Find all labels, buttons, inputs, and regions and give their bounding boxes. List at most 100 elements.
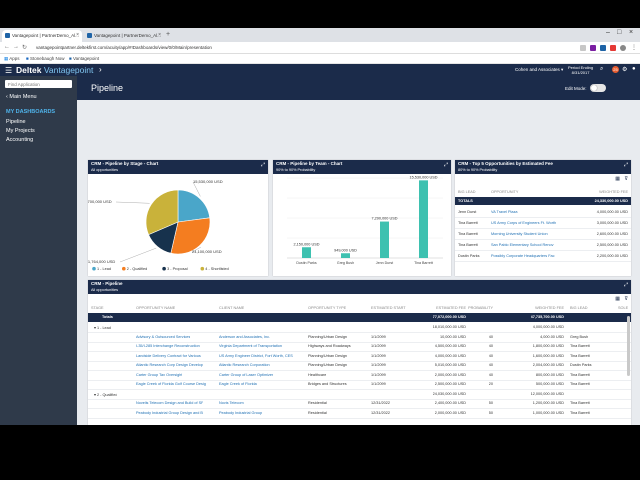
close-window-icon[interactable]: × <box>629 29 633 36</box>
column-header[interactable]: PROBABILITY <box>468 306 493 310</box>
gear-icon[interactable]: ⚙ <box>622 66 627 73</box>
bookmark-apps[interactable]: ▦ Apps <box>4 56 20 62</box>
grid-icon[interactable]: ▦ <box>615 176 620 182</box>
new-tab-button[interactable]: + <box>166 31 170 38</box>
column-header[interactable]: WEIGHTED FEE <box>535 306 564 310</box>
opportunity-link[interactable]: Possibly Corporate Headquarters Fac <box>491 254 555 258</box>
top5-row[interactable]: Jenn Durst VA Travel Plaza 4,000,000.00 US… <box>455 207 631 218</box>
opportunity-link[interactable]: San Pablo Elementary School Renov <box>491 243 553 247</box>
sidebar-item-accounting[interactable]: Accounting <box>6 137 33 143</box>
legend-label: 3 - Proposal <box>167 267 188 271</box>
opportunity-name-link[interactable]: Novelis Telecom Design and Build of SF <box>136 401 203 405</box>
find-application-input[interactable] <box>5 80 72 88</box>
weighted-fee-cell: 1,200,000.00 USD <box>532 401 564 405</box>
expand-icon[interactable]: ⤢ <box>444 162 448 168</box>
opportunity-link[interactable]: US Army Corps of Engineers Ft. Worth <box>491 221 556 225</box>
column-header[interactable]: ESTIMATED FEE <box>436 306 466 310</box>
search-icon[interactable]: ⌕ <box>600 66 603 73</box>
reload-icon[interactable]: ↻ <box>22 44 27 51</box>
client-name-link[interactable]: Peabody Industrial Group <box>219 411 262 415</box>
card-subtitle: 80% to 90% Probability <box>458 168 498 172</box>
top5-row[interactable]: Tina Barrett US Army Corps of Engineers F… <box>455 218 631 229</box>
bar-chart: 2,150,000 USD Dustin Parks 949,000 USD Greg… <box>287 175 443 265</box>
opportunity-name-link[interactable]: Eagle Creek of Florida Golf Course Desig <box>136 382 206 386</box>
client-name-link[interactable]: Carter Group of Laser Optimizer <box>219 373 273 377</box>
group-row-toggle[interactable]: ▾ 2 - Qualified <box>94 392 117 397</box>
opportunity-name-link[interactable]: Peabody Industrial Group Design and B <box>136 411 203 415</box>
minimize-icon[interactable]: – <box>606 29 610 36</box>
bookmark-vantagepoint[interactable]: ■ Vantagepoint <box>69 56 99 61</box>
opportunity-name-link[interactable]: Advisory & Outsourced Services <box>136 335 190 339</box>
expand-icon[interactable]: ⤢ <box>624 282 628 288</box>
extension-icon[interactable] <box>610 45 616 51</box>
column-header[interactable]: OPPORTUNITY NAME <box>136 306 175 310</box>
table-scrollbar[interactable] <box>627 316 630 376</box>
opportunity-name-link[interactable]: Atlantic Research Corp Design Develop <box>136 363 203 367</box>
period-ending[interactable]: Period Ending 8/31/2017 <box>568 65 593 75</box>
top5-row[interactable]: Dustin Parks Possibly Corporate Headquart… <box>455 251 631 262</box>
extension-icon[interactable] <box>590 45 596 51</box>
filter-icon[interactable]: ⊽ <box>624 296 628 302</box>
client-name-link[interactable]: Anderson and Associates, Inc. <box>219 335 270 339</box>
card-title: CRM - Top 5 Opportunities by Estimated F… <box>458 161 553 166</box>
forward-icon[interactable]: → <box>13 44 19 50</box>
edit-mode-toggle[interactable] <box>590 84 606 92</box>
opportunity-name-link[interactable]: I-35/I-285 Interchange Reconstruction <box>136 344 200 348</box>
main-menu-link[interactable]: ‹ Main Menu <box>6 94 37 100</box>
profile-icon[interactable] <box>620 45 626 51</box>
column-header[interactable]: CLIENT NAME <box>219 306 244 310</box>
big-lead-cell: Dustin Parks <box>570 363 592 367</box>
company-selector[interactable]: Cohen and Associates ▾ <box>515 67 563 73</box>
expand-icon[interactable]: ⤢ <box>261 162 265 168</box>
column-header[interactable]: ESTIMATED START <box>371 306 406 310</box>
estimated-fee-cell: 2,000,000.00 USD <box>434 372 466 377</box>
bookmark-icon: ■ <box>26 56 29 61</box>
address-bar-row: ← → ↻ vantagepointpartner.deltekfirst.co… <box>0 42 640 54</box>
extension-icon[interactable] <box>580 45 586 51</box>
url-field[interactable]: vantagepointpartner.deltekfirst.com/acui… <box>36 45 212 50</box>
opportunity-name-link[interactable]: Carter Group Tax Oversight <box>136 373 182 377</box>
client-name-link[interactable]: US Army Engineer District, Fort Worth, C… <box>219 354 293 358</box>
filter-icon[interactable]: ⊽ <box>624 176 628 182</box>
browser-tab[interactable]: Vantagepoint | PartnerDemo_Al... × <box>84 30 164 42</box>
close-tab-icon[interactable]: × <box>158 32 161 38</box>
sidebar-item-pipeline[interactable]: Pipeline <box>6 119 26 125</box>
vantagepoint-favicon <box>5 33 10 38</box>
close-tab-icon[interactable]: × <box>76 32 79 38</box>
deltek-logo[interactable]: Deltek Vantagepoint <box>16 65 93 75</box>
estimated-start-cell: 12/31/2022 <box>371 410 391 415</box>
weighted-fee-cell: 800,000.00 USD <box>535 372 564 377</box>
client-name-link[interactable]: Novis Telecom <box>219 401 244 405</box>
menu-dots-icon[interactable]: ⋮ <box>631 44 637 51</box>
extension-icon[interactable] <box>600 45 606 51</box>
client-name-link[interactable]: Atlantic Research Corporation <box>219 363 270 367</box>
column-header[interactable]: SOLE <box>618 306 628 310</box>
back-icon[interactable]: ← <box>4 44 10 50</box>
client-name-link[interactable]: Virginia Department of Transportation <box>219 344 282 348</box>
expand-icon[interactable]: ⤢ <box>624 162 628 168</box>
opportunity-link[interactable]: VA Travel Plaza <box>491 210 518 214</box>
top5-opportunities-card: CRM - Top 5 Opportunities by Estimated F… <box>455 160 631 276</box>
group-row-toggle[interactable]: ▾ 1 - Lead <box>94 325 111 330</box>
x-tick-label: Greg Bush <box>337 261 354 265</box>
top5-row[interactable]: Tina Barrett Morning University Student U… <box>455 229 631 240</box>
browser-tab-active[interactable]: Vantagepoint | PartnerDemo_Al... × <box>2 30 82 42</box>
notifications-badge[interactable]: 25 <box>612 66 619 73</box>
probability-cell: 40 <box>488 372 493 377</box>
bookmark-stonebaugh[interactable]: ■ Stonebaugh Now <box>26 56 65 61</box>
opportunity-name-link[interactable]: Landside Delivery Contract for Various <box>136 354 201 358</box>
legend-label: 4 - Shortlisted <box>205 267 228 271</box>
sidebar-item-my-projects[interactable]: My Projects <box>6 128 35 134</box>
user-icon[interactable]: ● <box>632 66 636 72</box>
column-header[interactable]: STAGE <box>91 306 104 310</box>
opportunity-link[interactable]: Morning University Student Union <box>491 232 548 236</box>
grid-icon[interactable]: ▦ <box>615 296 620 302</box>
pie-data-label: 24,100,000 USD <box>192 249 222 254</box>
column-header[interactable]: BIG LEAD <box>570 306 588 310</box>
client-name-link[interactable]: Eagle Creek of Florida <box>219 382 257 386</box>
card-header: CRM - Pipeline by Stage - Chart All oppo… <box>88 160 268 174</box>
hamburger-menu-icon[interactable]: ☰ <box>5 66 12 75</box>
top5-row[interactable]: Tina Barrett San Pablo Elementary School … <box>455 240 631 251</box>
maximize-icon[interactable]: □ <box>617 29 621 36</box>
column-header[interactable]: OPPORTUNITY TYPE <box>308 306 346 310</box>
